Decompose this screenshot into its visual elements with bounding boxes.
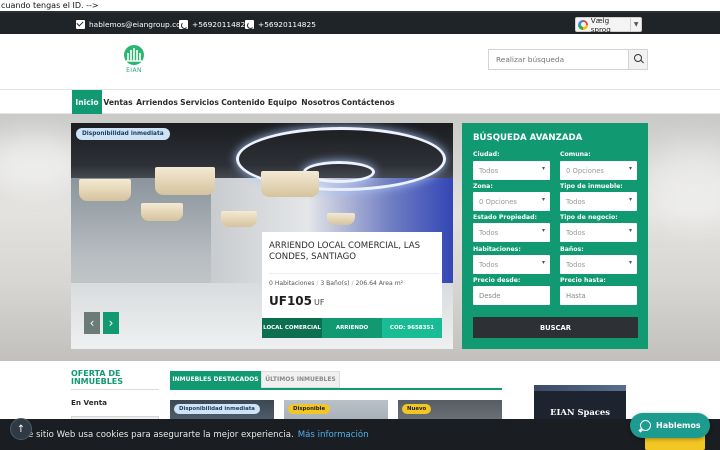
tabs-underline — [170, 388, 502, 390]
select-estado-propiedad[interactable]: Todos — [473, 223, 550, 242]
search-input[interactable] — [489, 50, 628, 69]
slide-title[interactable]: ARRIENDO LOCAL COMERCIAL, LAS CONDES, SA… — [269, 241, 435, 263]
select-comuna[interactable]: 0 Opciones — [560, 161, 637, 180]
slide-area: 206.64 Area m² — [355, 280, 404, 287]
topbar-phone-2-text: +56920114825 — [258, 19, 316, 29]
slide-tags: LOCAL COMERCIAL ARRIENDO COD: 9658351 — [262, 318, 442, 338]
stray-comment-text: cuando tengas el ID. --> — [0, 0, 720, 11]
buscar-button[interactable]: BUSCAR — [473, 317, 638, 338]
tag-business[interactable]: ARRIENDO — [322, 318, 382, 338]
slider-next-button[interactable]: › — [103, 312, 119, 334]
tag-code: COD: 9658351 — [382, 318, 442, 338]
card-badge: Disponibilidad inmediata — [174, 404, 260, 414]
label-precio-hasta: Precio hasta: — [560, 277, 606, 284]
topbar-phone-2[interactable]: +56920114825 — [245, 17, 316, 31]
select-tipo-inmueble[interactable]: Todos — [560, 192, 637, 211]
cookie-text-row: e sitio Web usa cookies para asegurarte … — [28, 419, 369, 450]
cookie-banner: e sitio Web usa cookies para asegurarte … — [0, 419, 720, 450]
google-logo-icon — [578, 19, 588, 30]
label-tipo-inmueble: Tipo de inmueble: — [560, 183, 623, 190]
advanced-search-panel: BÚSQUEDA AVANZADA Ciudad: Todos Comuna: … — [462, 123, 648, 349]
card-badge: Nuevo — [402, 404, 432, 414]
nav-item-inicio[interactable]: Inicio — [72, 90, 102, 114]
nav-item-ventas[interactable]: Ventas — [103, 90, 132, 114]
language-label: Vælg sprog — [590, 15, 611, 34]
nav-item-equipo[interactable]: Equipo — [268, 90, 297, 114]
card-badge: Disponible — [288, 404, 331, 414]
input-precio-hasta[interactable]: Hasta — [560, 286, 637, 305]
caret-down-icon: ▼ — [630, 18, 641, 31]
en-venta-label[interactable]: En Venta — [71, 398, 107, 407]
select-zona[interactable]: 0 Opciones — [473, 192, 550, 211]
slide-price: UF105 UF — [269, 294, 324, 308]
select-tipo-negocio[interactable]: Todos — [560, 223, 637, 242]
label-estado-propiedad: Estado Propiedad: — [473, 214, 537, 221]
tab-ultimos-inmuebles[interactable]: ÚLTIMOS INMUEBLES — [261, 371, 340, 388]
slide-price-unit: UF — [314, 298, 325, 307]
arrow-up-icon: ↑ — [16, 423, 26, 435]
topbar-email-text: hablemos@eiangroup.com — [89, 19, 188, 29]
slide-baths: 3 Baño(s) — [320, 280, 350, 287]
availability-badge: Disponibilidad inmediata — [76, 128, 170, 140]
cookie-more-info-link[interactable]: Más información — [298, 430, 369, 440]
label-ciudad: Ciudad: — [473, 151, 500, 158]
nav-item-servicios[interactable]: Servicios — [180, 90, 219, 114]
search-box — [488, 49, 648, 70]
slider-prev-button[interactable]: ‹ — [84, 312, 100, 334]
select-banos[interactable]: Todos — [560, 255, 637, 274]
nav-item-contenido[interactable]: Contenido — [221, 90, 265, 114]
property-slider[interactable]: Disponibilidad inmediata ARRIENDO LOCAL … — [71, 123, 453, 349]
cookie-text: e sitio Web usa cookies para asegurarte … — [28, 429, 294, 440]
tab-inmuebles-destacados[interactable]: INMUEBLES DESTACADOS — [170, 371, 261, 388]
slide-meta: 0 Habitaciones / 3 Baño(s) / 206.64 Area… — [269, 273, 439, 287]
phone-icon — [245, 19, 254, 29]
top-bar: hablemos@eiangroup.com +56920114825 +569… — [0, 11, 720, 34]
site-logo[interactable]: EIAN — [120, 44, 148, 80]
topbar-phone-1[interactable]: +56920114825 — [179, 17, 250, 31]
input-precio-desde[interactable]: Desde — [473, 286, 550, 305]
phone-icon — [179, 19, 188, 29]
label-banos: Baños: — [560, 246, 584, 253]
slide-price-value: UF105 — [269, 294, 312, 308]
nav-item-contactenos[interactable]: Contáctenos — [341, 90, 394, 114]
eian-spaces-title: EIAN Spaces — [550, 407, 610, 417]
label-habitaciones: Habitaciones: — [473, 246, 521, 253]
whatsapp-icon — [640, 420, 651, 431]
topbar-email[interactable]: hablemos@eiangroup.com — [76, 17, 188, 31]
main-nav: Inicio Ventas Arriendos Servicios Conten… — [0, 90, 720, 114]
language-select[interactable]: Vælg sprog ▼ — [575, 15, 642, 34]
tag-type[interactable]: LOCAL COMERCIAL — [262, 318, 322, 338]
eian-logo-icon — [124, 45, 144, 65]
select-ciudad[interactable]: Todos — [473, 161, 550, 180]
property-tabs: INMUEBLES DESTACADOS ÚLTIMOS INMUEBLES — [170, 371, 340, 388]
whatsapp-button[interactable]: Hablemos — [630, 413, 710, 438]
scroll-to-top-button[interactable]: ↑ — [10, 418, 32, 440]
slide-rooms: 0 Habitaciones — [269, 280, 315, 287]
label-comuna: Comuna: — [560, 151, 591, 158]
advanced-search-title: BÚSQUEDA AVANZADA — [473, 133, 583, 143]
label-precio-desde: Precio desde: — [473, 277, 521, 284]
nav-item-nosotros[interactable]: Nosotros — [301, 90, 339, 114]
search-button[interactable] — [628, 50, 647, 69]
nav-item-arriendos[interactable]: Arriendos — [136, 90, 178, 114]
topbar-phone-1-text: +56920114825 — [192, 19, 250, 29]
logo-text: EIAN — [126, 67, 142, 74]
mail-icon — [76, 19, 85, 29]
whatsapp-label: Hablemos — [656, 421, 701, 430]
site-header: EIAN — [0, 34, 720, 90]
label-zona: Zona: — [473, 183, 493, 190]
lamp-shade — [79, 179, 131, 201]
oferta-title: OFERTA DE INMUEBLES — [71, 369, 124, 386]
slide-info-card[interactable]: ARRIENDO LOCAL COMERCIAL, LAS CONDES, SA… — [262, 232, 442, 338]
divider — [71, 389, 159, 390]
label-tipo-negocio: Tipo de negocio: — [560, 214, 618, 221]
select-habitaciones[interactable]: Todos — [473, 255, 550, 274]
